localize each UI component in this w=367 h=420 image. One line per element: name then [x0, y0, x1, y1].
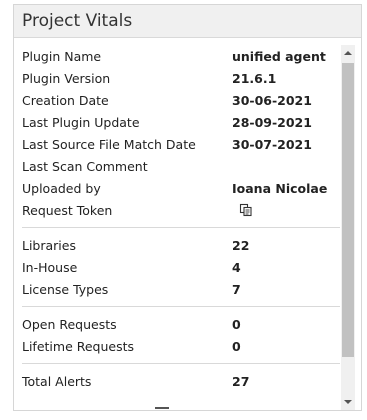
vital-row-plugin-version: Plugin Version 21.6.1 — [22, 67, 340, 89]
vital-value: unified agent — [232, 48, 326, 64]
vital-label: Libraries — [22, 237, 76, 253]
vital-value: 30-06-2021 — [232, 92, 312, 108]
vertical-scrollbar[interactable] — [341, 45, 355, 410]
vital-label: In-House — [22, 259, 78, 275]
vital-label: Creation Date — [22, 92, 109, 108]
vital-row-request-token: Request Token — [22, 199, 340, 221]
vital-label: Last Scan Comment — [22, 158, 148, 174]
vital-value: 21.6.1 — [232, 70, 277, 86]
vital-label: Request Token — [22, 202, 113, 218]
vital-value: 4 — [232, 259, 241, 275]
vital-row-libraries: Libraries 22 — [22, 234, 340, 256]
panel-header: Project Vitals — [14, 5, 361, 38]
vital-value: Ioana Nicolae — [232, 180, 328, 196]
scroll-up-arrow-icon[interactable] — [341, 45, 355, 61]
vital-row-in-house: In-House 4 — [22, 256, 340, 278]
panel-title: Project Vitals — [22, 11, 133, 31]
vital-row-last-source-file-match-date: Last Source File Match Date 30-07-2021 — [22, 133, 340, 155]
vital-value: 0 — [232, 316, 241, 332]
vital-value: 28-09-2021 — [232, 114, 312, 130]
vital-row-creation-date: Creation Date 30-06-2021 — [22, 89, 340, 111]
vital-label: Total Alerts — [22, 373, 92, 389]
project-vitals-panel: Project Vitals Plugin Name unified agent P… — [13, 4, 362, 411]
copy-icon[interactable] — [239, 203, 253, 217]
vital-row-license-types: License Types 7 — [22, 278, 340, 300]
scrollbar-thumb[interactable] — [342, 63, 354, 357]
section-divider — [22, 306, 340, 307]
section-divider — [22, 363, 340, 364]
vital-row-plugin-name: Plugin Name unified agent — [22, 45, 340, 67]
vital-value: 22 — [232, 237, 250, 253]
vitals-list: Plugin Name unified agent Plugin Version 21… — [22, 45, 340, 392]
vital-label: Plugin Name — [22, 48, 102, 64]
vital-label: Uploaded by — [22, 180, 101, 196]
vital-label: Open Requests — [22, 316, 117, 332]
vital-row-open-requests: Open Requests 0 — [22, 313, 340, 335]
vital-label: License Types — [22, 281, 109, 297]
section-divider — [22, 227, 340, 228]
vital-row-lifetime-requests: Lifetime Requests 0 — [22, 335, 340, 357]
vital-value: 30-07-2021 — [232, 136, 312, 152]
vital-label: Last Source File Match Date — [22, 136, 196, 152]
vital-label: Last Plugin Update — [22, 114, 140, 130]
vital-row-total-alerts: Total Alerts 27 — [22, 370, 340, 392]
vital-row-last-plugin-update: Last Plugin Update 28-09-2021 — [22, 111, 340, 133]
scroll-down-arrow-icon[interactable] — [341, 394, 355, 410]
vital-value: 27 — [232, 373, 250, 389]
vital-value: 0 — [232, 338, 241, 354]
vital-label: Lifetime Requests — [22, 338, 135, 354]
vital-value: 7 — [232, 281, 241, 297]
partial-row-indicator — [155, 407, 169, 409]
panel-body[interactable]: Plugin Name unified agent Plugin Version 21… — [14, 38, 361, 410]
vital-row-last-scan-comment: Last Scan Comment — [22, 155, 340, 177]
vital-row-uploaded-by: Uploaded by Ioana Nicolae — [22, 177, 340, 199]
vital-label: Plugin Version — [22, 70, 111, 86]
